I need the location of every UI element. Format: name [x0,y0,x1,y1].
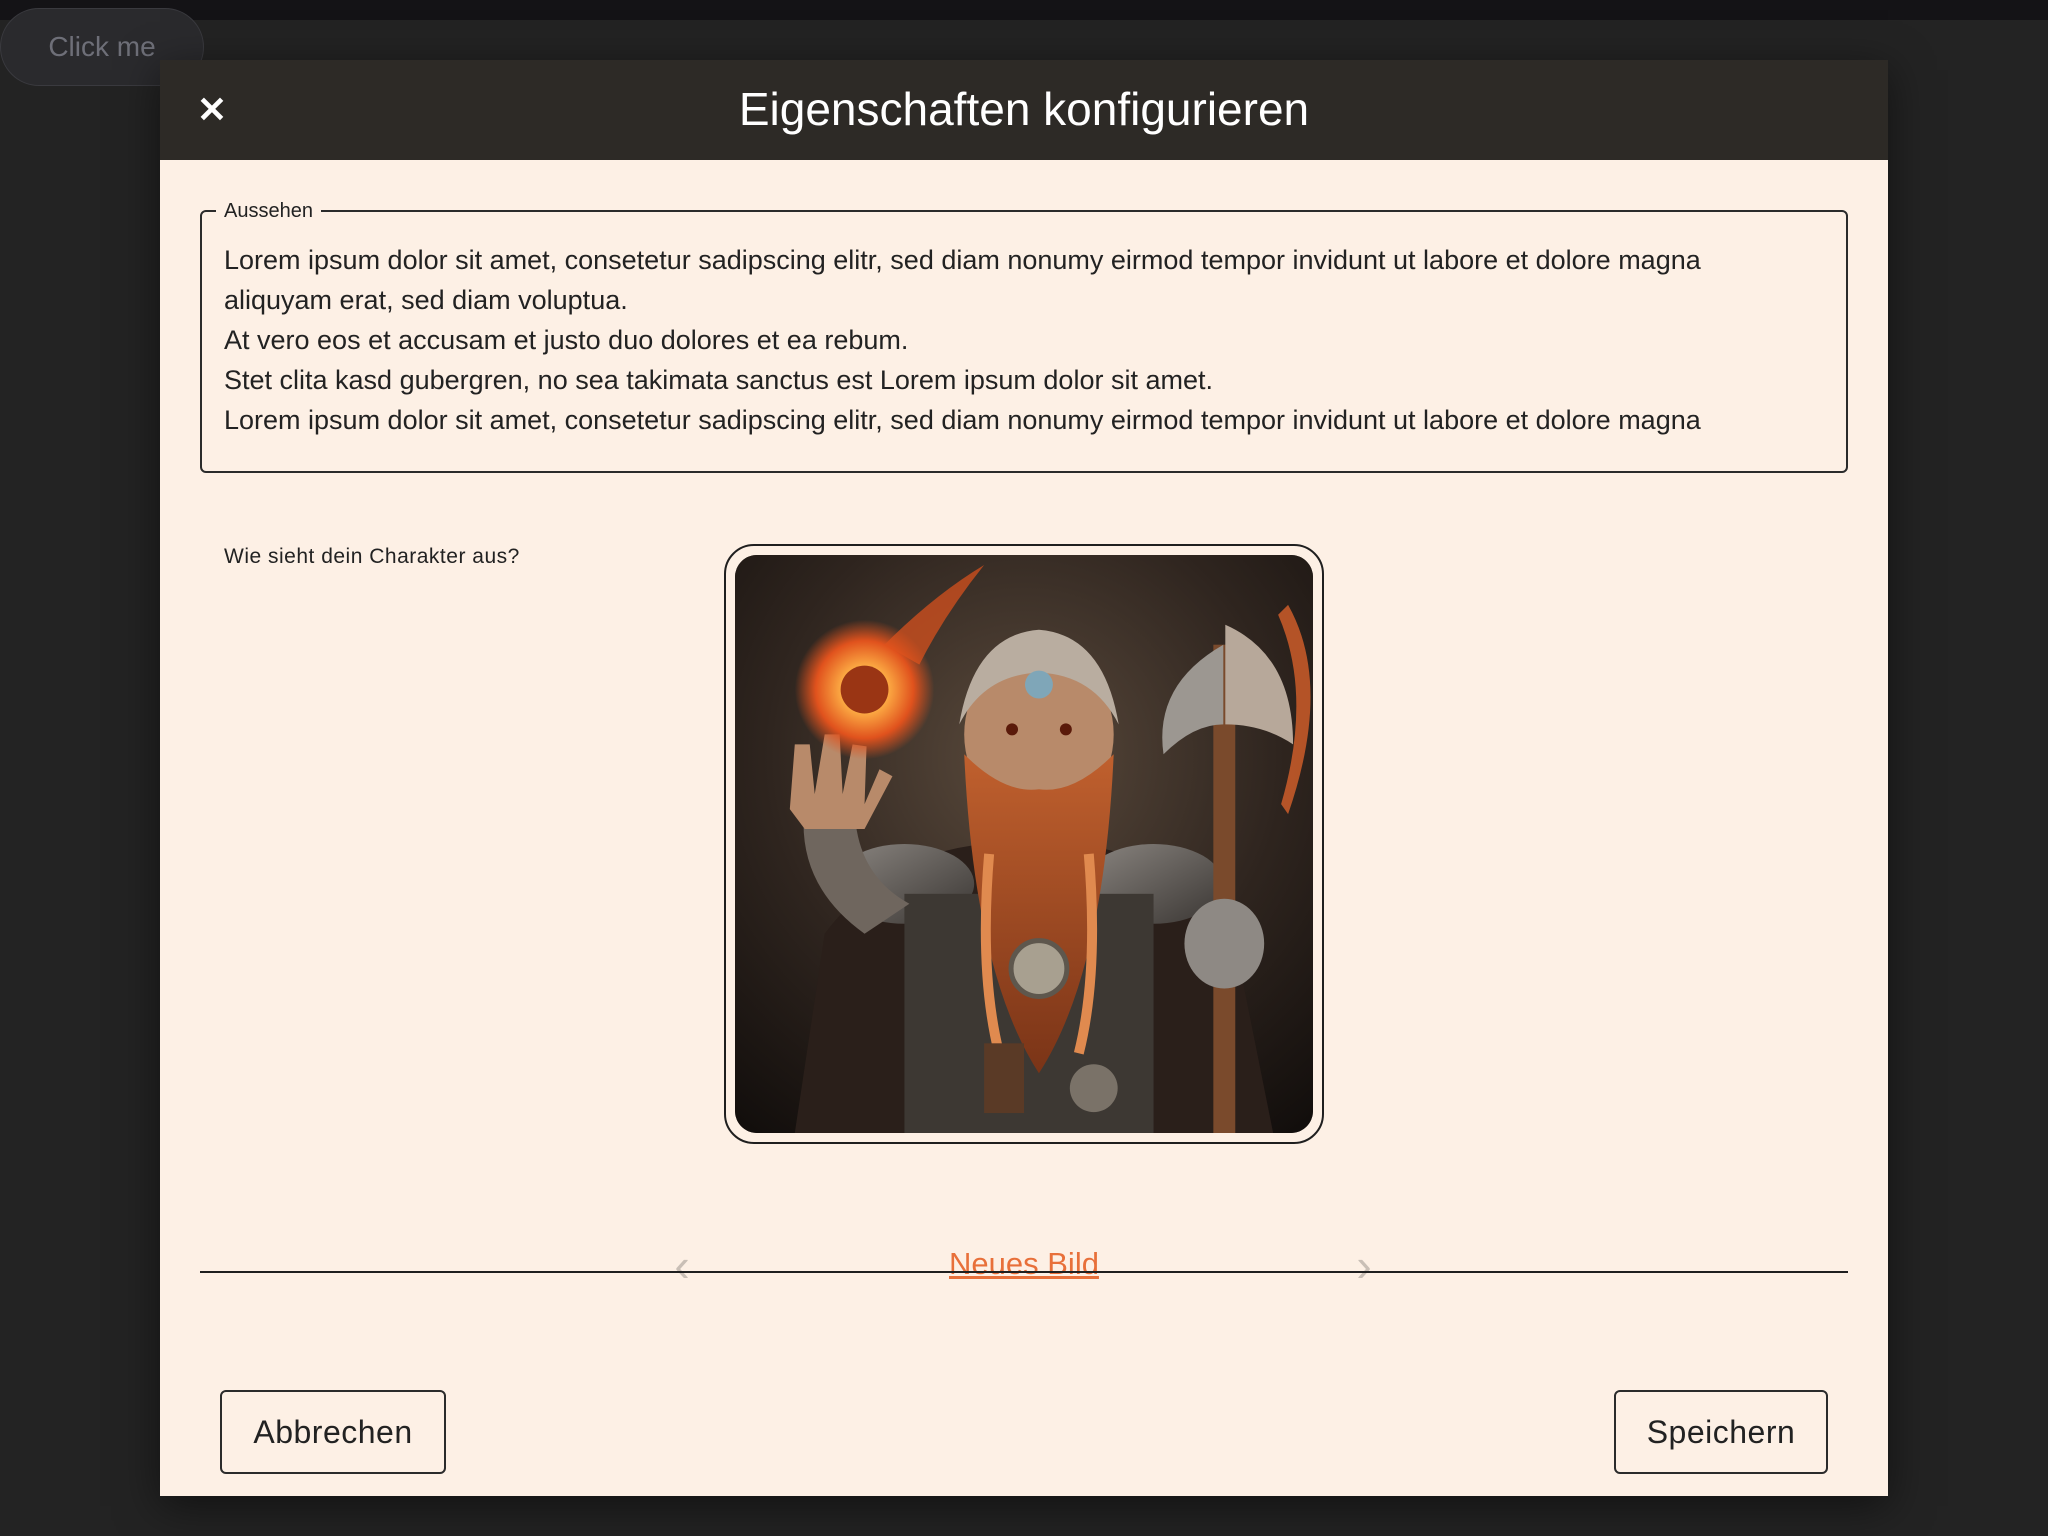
save-button[interactable]: Speichern [1614,1390,1828,1474]
cancel-button[interactable]: Abbrechen [220,1390,446,1474]
appearance-label: Aussehen [216,199,321,223]
character-image-frame [724,544,1324,1144]
divider [200,1271,1848,1273]
character-portrait-image [735,555,1313,1133]
appearance-helper-text: Wie sieht dein Charakter aus? [224,545,520,568]
top-strip [0,0,2048,20]
new-image-link[interactable]: Neues Bild [160,1246,1888,1282]
dialog-title: Eigenschaften konfigurieren [738,83,1310,135]
chevron-right-icon[interactable]: › [1344,1239,1384,1291]
dialog-header: ✕ Eigenschaften konfigurieren [160,60,1888,160]
appearance-textarea-field[interactable]: Aussehen Lorem ipsum dolor sit amet, con… [200,199,1848,473]
configure-properties-dialog: ✕ Eigenschaften konfigurieren Aussehen L… [160,60,1888,1496]
appearance-textarea[interactable]: Lorem ipsum dolor sit amet, consetetur s… [224,240,1806,451]
